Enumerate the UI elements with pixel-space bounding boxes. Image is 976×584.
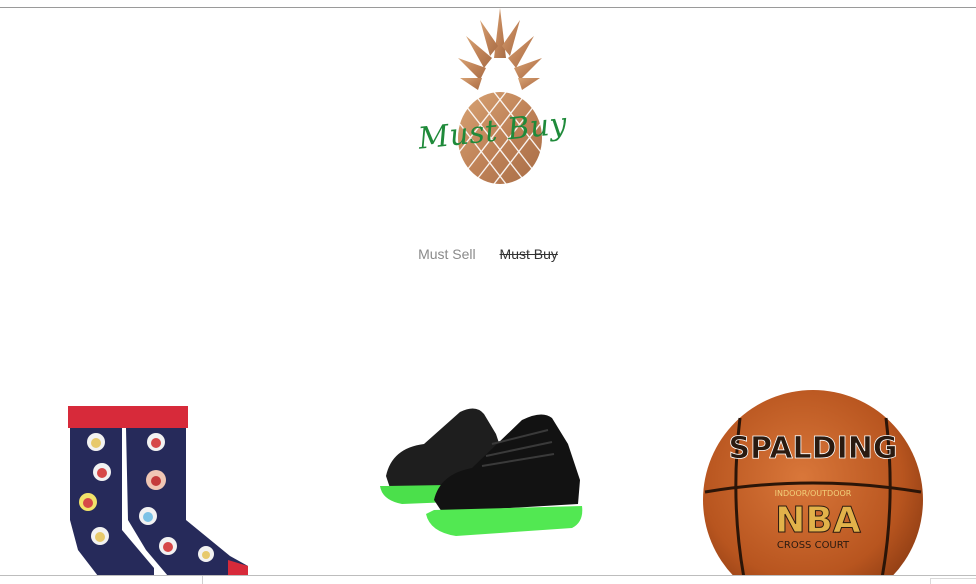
socks-image [68,406,248,576]
product-basketball[interactable]: SPALDING INDOOR/OUTDOOR NBA CROSS COURT [700,388,926,576]
bottom-divider [0,575,976,576]
bottom-corner-box [930,578,976,584]
page: Must Buy Must Sell Must Buy SPALDING IND… [0,0,976,584]
ball-model-text: CROSS COURT [777,540,850,551]
ball-tag-text: INDOOR/OUTDOOR [775,489,852,498]
bottom-tick [202,576,203,584]
must-buy-logo[interactable]: Must Buy [410,6,590,190]
product-sneakers[interactable] [372,404,588,544]
ball-league-text: NBA [775,500,861,541]
ball-brand-text: SPALDING [729,431,898,466]
nav-link-must-sell[interactable]: Must Sell [418,246,476,262]
basketball-image: SPALDING INDOOR/OUTDOOR NBA CROSS COURT [703,390,923,576]
pineapple-icon [455,8,545,185]
light-up-sneakers-image [380,408,583,536]
nav-link-must-buy[interactable]: Must Buy [500,246,558,262]
product-socks[interactable] [60,400,260,576]
main-nav: Must Sell Must Buy [0,246,976,262]
